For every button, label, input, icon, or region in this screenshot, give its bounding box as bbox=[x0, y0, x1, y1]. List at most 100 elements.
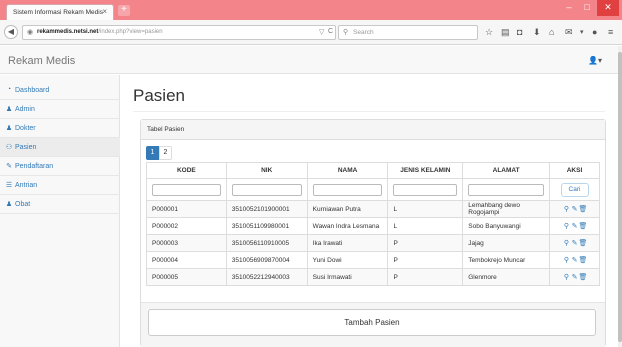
view-icon[interactable]: ⚲ bbox=[563, 205, 571, 213]
filter-nama-input[interactable] bbox=[312, 183, 383, 196]
filter-alamat-input[interactable] bbox=[468, 183, 545, 196]
cell-alamat: Glenmore bbox=[462, 268, 551, 286]
sidebar-item-obat[interactable]: ♟ Obat bbox=[0, 195, 120, 214]
edit-icon[interactable]: ✎ bbox=[571, 239, 579, 247]
search-button[interactable]: Cari bbox=[560, 182, 589, 197]
column-header-nama[interactable]: NAMA bbox=[306, 162, 389, 179]
filter-cell bbox=[225, 178, 308, 201]
back-icon[interactable]: ◀ bbox=[4, 25, 18, 39]
search-placeholder: Search bbox=[353, 29, 374, 36]
edit-icon[interactable]: ✎ bbox=[571, 256, 579, 264]
sidebar-item-label: Obat bbox=[15, 201, 31, 208]
user-menu-icon[interactable]: 👤▾ bbox=[588, 56, 602, 65]
sidebar-item-dashboard[interactable]: ◔ Dashboard bbox=[0, 81, 120, 100]
window-close-button[interactable]: ✕ bbox=[597, 0, 619, 16]
delete-icon[interactable]: 🗑 bbox=[579, 239, 588, 247]
cell-alamat: Lemahbang dewo Rogojampi bbox=[462, 200, 551, 218]
filter-jenis-kelamin-input[interactable] bbox=[393, 183, 458, 196]
extension-dropdown-icon[interactable]: ▾ bbox=[580, 28, 584, 37]
sidebar-item-label: Pasien bbox=[15, 144, 37, 151]
tab-close-icon[interactable]: × bbox=[102, 7, 107, 16]
cell-kode: P000003 bbox=[146, 234, 227, 252]
edit-icon[interactable]: ✎ bbox=[571, 205, 579, 213]
table-row: P000003 3510056110910005 Ika Irawati P J… bbox=[146, 234, 600, 252]
sync-icon[interactable]: ● bbox=[592, 28, 597, 37]
column-header-jenis-kelamin[interactable]: JENIS KELAMIN bbox=[387, 162, 464, 179]
browser-titlebar: Sistem Informasi Rekam Medis × + – □ ✕ bbox=[0, 0, 622, 20]
new-tab-button[interactable]: + bbox=[118, 5, 130, 16]
edit-icon: ✎ bbox=[6, 163, 12, 170]
sidebar-item-label: Antrian bbox=[15, 182, 38, 189]
panel-heading: Tabel Pasien bbox=[141, 120, 605, 140]
cell-jenis-kelamin: P bbox=[387, 268, 464, 286]
view-icon[interactable]: ⚲ bbox=[563, 222, 571, 230]
cell-alamat: Tembokrejo Muncar bbox=[462, 251, 551, 269]
download-icon[interactable]: ⬇ bbox=[533, 28, 541, 37]
filter-nik-input[interactable] bbox=[231, 183, 302, 196]
view-icon[interactable]: ⚲ bbox=[563, 273, 571, 281]
cell-jenis-kelamin: P bbox=[387, 234, 464, 252]
filter-kode-input[interactable] bbox=[152, 183, 221, 196]
extension-icon[interactable]: ✉ bbox=[565, 28, 573, 37]
cell-nama: Yuni Dowi bbox=[306, 251, 389, 269]
cell-aksi: ⚲ ✎🗑 bbox=[549, 200, 600, 218]
add-patient-button[interactable]: Tambah Pasien bbox=[148, 309, 596, 336]
column-header-kode[interactable]: KODE bbox=[146, 162, 227, 179]
edit-icon[interactable]: ✎ bbox=[571, 273, 579, 281]
pocket-icon[interactable]: ◘ bbox=[517, 28, 522, 37]
user-icon: ♟ bbox=[5, 125, 13, 132]
sidebar-item-pendaftaran[interactable]: ✎ Pendaftaran bbox=[0, 157, 120, 176]
column-header-alamat[interactable]: ALAMAT bbox=[462, 162, 551, 179]
browser-navbar: ◀ ◉ rekammedis.netsi.net/index.php?view=… bbox=[0, 20, 622, 45]
view-icon[interactable]: ⚲ bbox=[563, 256, 571, 264]
filter-cell bbox=[387, 178, 464, 201]
cell-kode: P000001 bbox=[146, 200, 227, 218]
cell-nik: 3510052212940003 bbox=[225, 268, 308, 286]
window-maximize-button[interactable]: □ bbox=[578, 0, 596, 16]
dashboard-icon: ◔ bbox=[6, 86, 12, 93]
home-icon[interactable]: ⌂ bbox=[549, 28, 554, 37]
delete-icon[interactable]: 🗑 bbox=[579, 222, 588, 230]
cell-alamat: Jajag bbox=[462, 234, 551, 252]
page-2-button[interactable]: 2 bbox=[159, 146, 172, 160]
page-1-button[interactable]: 1 bbox=[146, 146, 159, 160]
url-dropdown-icon[interactable]: ▽ bbox=[319, 28, 324, 36]
cell-nik: 3510051109980001 bbox=[225, 217, 308, 235]
search-bar[interactable]: ⚲ Search bbox=[338, 25, 478, 40]
reading-list-icon[interactable]: ▤ bbox=[501, 28, 510, 37]
tab-title: Sistem Informasi Rekam Medis bbox=[13, 9, 103, 16]
reload-icon[interactable]: C bbox=[328, 28, 333, 35]
browser-tab[interactable]: Sistem Informasi Rekam Medis × bbox=[6, 4, 114, 20]
page-title: Pasien bbox=[133, 86, 185, 105]
cell-kode: P000002 bbox=[146, 217, 227, 235]
sidebar-item-pasien[interactable]: ⚇ Pasien bbox=[0, 138, 120, 157]
cell-nik: 3510056909870004 bbox=[225, 251, 308, 269]
cell-nama: Wawan Indra Lesmana bbox=[306, 217, 389, 235]
edit-icon[interactable]: ✎ bbox=[571, 222, 579, 230]
sidebar-item-antrian[interactable]: ☰ Antrian bbox=[0, 176, 120, 195]
column-header-nik[interactable]: NIK bbox=[225, 162, 308, 179]
cell-nama: Kurniawan Putra bbox=[306, 200, 389, 218]
view-icon[interactable]: ⚲ bbox=[563, 239, 571, 247]
delete-icon[interactable]: 🗑 bbox=[579, 273, 588, 281]
filter-cell: Cari bbox=[549, 178, 600, 201]
cell-jenis-kelamin: L bbox=[387, 200, 464, 218]
user-icon: ♟ bbox=[5, 201, 13, 208]
search-icon: ⚲ bbox=[343, 29, 349, 36]
menu-icon[interactable]: ≡ bbox=[608, 28, 613, 37]
bookmark-star-icon[interactable]: ☆ bbox=[485, 28, 493, 37]
brand-link[interactable]: Rekam Medis bbox=[8, 55, 75, 67]
url-bar[interactable]: ◉ rekammedis.netsi.net/index.php?view=pa… bbox=[22, 25, 336, 40]
users-icon: ⚇ bbox=[5, 144, 13, 151]
cell-aksi: ⚲ ✎🗑 bbox=[549, 268, 600, 286]
delete-icon[interactable]: 🗑 bbox=[579, 256, 588, 264]
sidebar-item-dokter[interactable]: ♟ Dokter bbox=[0, 119, 120, 138]
cell-kode: P000005 bbox=[146, 268, 227, 286]
filter-cell bbox=[306, 178, 389, 201]
cell-aksi: ⚲ ✎🗑 bbox=[549, 217, 600, 235]
sidebar-item-admin[interactable]: ♟ Admin bbox=[0, 100, 120, 119]
title-divider bbox=[133, 111, 605, 112]
window-minimize-button[interactable]: – bbox=[560, 0, 578, 16]
delete-icon[interactable]: 🗑 bbox=[579, 205, 588, 213]
page-scrollbar-thumb[interactable] bbox=[618, 52, 622, 342]
